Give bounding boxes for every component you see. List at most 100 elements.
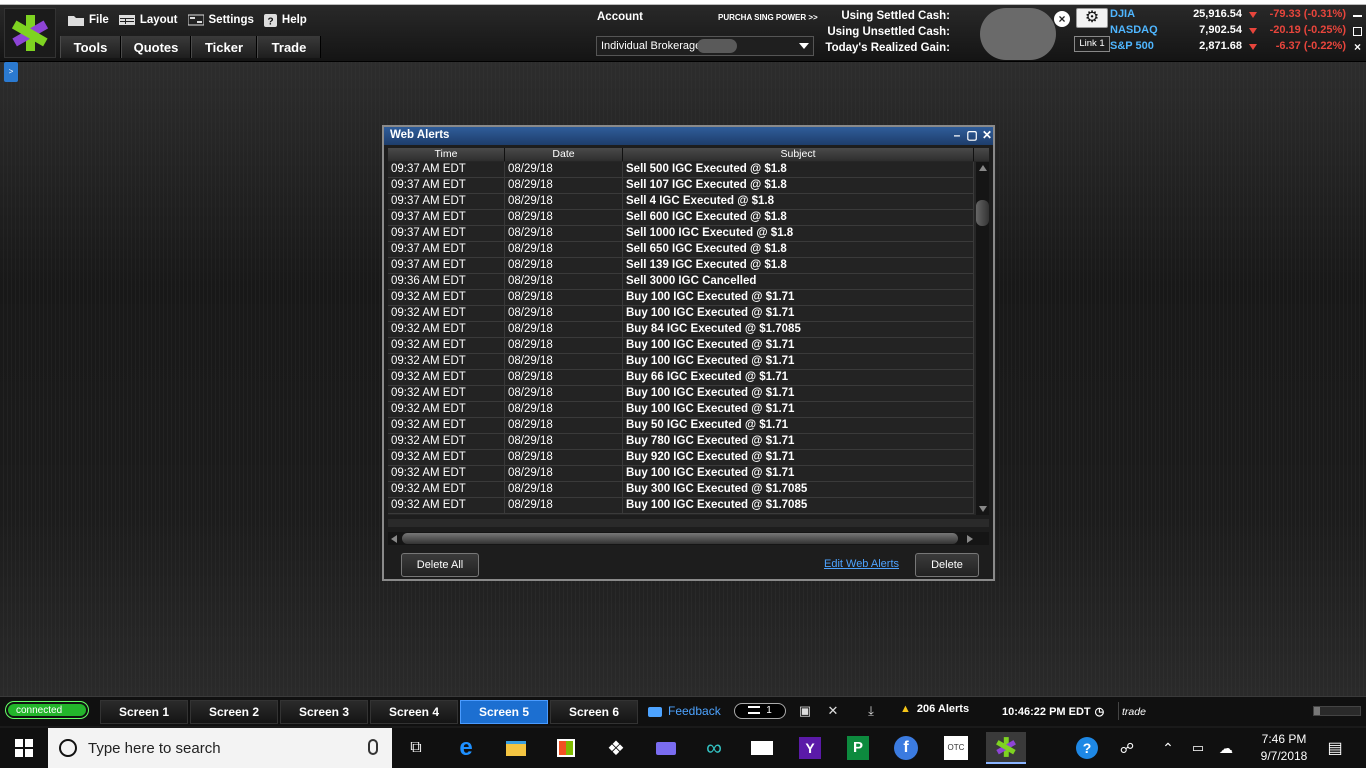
minimize-icon[interactable]: [1353, 15, 1362, 17]
table-row[interactable]: 09:37 AM EDT 08/29/18 Sell 4 IGC Executed …: [388, 194, 974, 210]
table-row[interactable]: 09:32 AM EDT 08/29/18 Buy 100 IGC Executed…: [388, 466, 974, 482]
table-row[interactable]: 09:32 AM EDT 08/29/18 Buy 84 IGC Executed …: [388, 322, 974, 338]
table-row[interactable]: 09:37 AM EDT 08/29/18 Sell 139 IGC Execute…: [388, 258, 974, 274]
table-row[interactable]: 09:32 AM EDT 08/29/18 Buy 920 IGC Executed…: [388, 450, 974, 466]
menu-settings[interactable]: Settings: [187, 14, 254, 26]
tab-screen-4[interactable]: Screen 4: [370, 700, 458, 724]
quotes-button[interactable]: Quotes: [121, 36, 191, 58]
table-row[interactable]: 09:32 AM EDT 08/29/18 Buy 300 IGC Executed…: [388, 482, 974, 498]
yahoo-icon[interactable]: Y: [790, 732, 830, 764]
account-select[interactable]: Individual Brokerage: [596, 36, 814, 56]
table-row[interactable]: 09:37 AM EDT 08/29/18 Sell 107 IGC Execute…: [388, 178, 974, 194]
tab-screen-6[interactable]: Screen 6: [550, 700, 638, 724]
tab-screen-5[interactable]: Screen 5: [460, 700, 548, 724]
menu-layout[interactable]: Layout: [118, 14, 178, 26]
index-row-djia[interactable]: DJIA 25,916.54 -79.33 (-0.31%): [1110, 8, 1366, 24]
task-view-icon[interactable]: ⧉: [396, 732, 436, 764]
microphone-icon[interactable]: [368, 739, 378, 755]
edge-icon[interactable]: e: [446, 732, 486, 764]
table-row[interactable]: 09:37 AM EDT 08/29/18 Sell 1000 IGC Execut…: [388, 226, 974, 242]
table-row[interactable]: 09:37 AM EDT 08/29/18 Sell 600 IGC Execute…: [388, 210, 974, 226]
maximize-icon[interactable]: ▢: [965, 128, 979, 143]
maximize-icon[interactable]: [1353, 27, 1362, 36]
close-icon[interactable]: ✕: [980, 128, 994, 143]
close-icon[interactable]: ×: [1353, 41, 1362, 53]
etrade-icon[interactable]: [986, 732, 1026, 764]
table-row[interactable]: 09:32 AM EDT 08/29/18 Buy 780 IGC Executed…: [388, 434, 974, 450]
scroll-right-icon[interactable]: [967, 535, 973, 543]
table-row[interactable]: 09:32 AM EDT 08/29/18 Buy 100 IGC Executed…: [388, 354, 974, 370]
minimize-icon[interactable]: –: [950, 128, 964, 143]
table-row[interactable]: 09:36 AM EDT 08/29/18 Sell 3000 IGC Cancel…: [388, 274, 974, 290]
tab-screen-2[interactable]: Screen 2: [190, 700, 278, 724]
etrade-logo[interactable]: [4, 8, 56, 58]
table-row[interactable]: 09:32 AM EDT 08/29/18 Buy 50 IGC Executed …: [388, 418, 974, 434]
table-row[interactable]: 09:37 AM EDT 08/29/18 Sell 650 IGC Execute…: [388, 242, 974, 258]
column-header-subject[interactable]: Subject: [623, 148, 974, 161]
calculator-icon[interactable]: ▣: [796, 703, 814, 719]
menu-file[interactable]: File: [68, 14, 109, 26]
alerts-count[interactable]: ▲ 206 Alerts: [900, 703, 969, 715]
publisher-icon[interactable]: P: [838, 732, 878, 764]
tab-screen-3[interactable]: Screen 3: [280, 700, 368, 724]
people-icon[interactable]: ☍: [1112, 732, 1142, 764]
menu-help[interactable]: ? Help: [263, 13, 307, 27]
mail-envelope-icon[interactable]: [646, 732, 686, 764]
file-explorer-icon[interactable]: [496, 732, 536, 764]
mail-icon[interactable]: [742, 732, 782, 764]
trade-command-input[interactable]: [1118, 702, 1308, 720]
help-icon[interactable]: ?: [1072, 732, 1102, 764]
message-counter[interactable]: 1: [734, 703, 786, 719]
delete-button[interactable]: Delete: [915, 553, 979, 577]
dropbox-icon[interactable]: ❖: [596, 732, 636, 764]
infinity-icon[interactable]: ∞: [694, 732, 734, 764]
table-row[interactable]: 09:32 AM EDT 08/29/18 Buy 100 IGC Executed…: [388, 290, 974, 306]
cell-time: 09:37 AM EDT: [388, 194, 505, 209]
pane-splitter[interactable]: [388, 519, 989, 527]
network-icon[interactable]: ☁: [1214, 732, 1238, 764]
otc-icon[interactable]: OTC: [936, 732, 976, 764]
table-row[interactable]: 09:32 AM EDT 08/29/18 Buy 66 IGC Executed …: [388, 370, 974, 386]
link-button[interactable]: Link 1: [1074, 36, 1110, 52]
chevron-up-icon[interactable]: ⌃: [1156, 732, 1180, 764]
ticker-button[interactable]: Ticker: [191, 36, 257, 58]
store-icon[interactable]: [546, 732, 586, 764]
scroll-down-icon[interactable]: [979, 506, 987, 512]
facebook-icon[interactable]: f: [886, 732, 926, 764]
feedback-link[interactable]: Feedback: [648, 704, 721, 718]
notifications-icon[interactable]: ▤: [1320, 732, 1350, 764]
delete-all-button[interactable]: Delete All: [401, 553, 479, 577]
edit-web-alerts-link[interactable]: Edit Web Alerts: [824, 558, 899, 570]
horizontal-scrollbar[interactable]: [388, 532, 989, 545]
purchasing-power-link[interactable]: PURCHA SING POWER >>: [718, 13, 818, 22]
side-panel-toggle[interactable]: >: [4, 62, 18, 82]
scroll-thumb[interactable]: [402, 533, 958, 544]
column-header-time[interactable]: Time: [388, 148, 505, 161]
scroll-thumb[interactable]: [976, 200, 989, 226]
taskbar-clock[interactable]: 7:46 PM 9/7/2018: [1254, 731, 1314, 765]
close-icon[interactable]: ×: [1054, 11, 1070, 27]
scroll-left-icon[interactable]: [391, 535, 397, 543]
scroll-up-icon[interactable]: [979, 165, 987, 171]
window-titlebar[interactable]: Web Alerts – ▢ ✕: [384, 127, 993, 145]
table-row[interactable]: 09:37 AM EDT 08/29/18 Sell 500 IGC Execute…: [388, 162, 974, 178]
tools-icon[interactable]: ✕: [824, 703, 842, 719]
connection-status[interactable]: connected: [6, 702, 88, 718]
battery-icon[interactable]: ▭: [1186, 732, 1210, 764]
gear-icon[interactable]: ⚙: [1076, 8, 1108, 28]
tab-screen-1[interactable]: Screen 1: [100, 700, 188, 724]
taskbar-search[interactable]: Type here to search: [48, 728, 392, 768]
vertical-scrollbar[interactable]: [976, 162, 989, 515]
table-row[interactable]: 09:32 AM EDT 08/29/18 Buy 100 IGC Executed…: [388, 386, 974, 402]
index-row-nasdaq[interactable]: NASDAQ 7,902.54 -20.19 (-0.25%): [1110, 24, 1366, 40]
table-row[interactable]: 09:32 AM EDT 08/29/18 Buy 100 IGC Executed…: [388, 402, 974, 418]
start-button[interactable]: [0, 728, 48, 768]
table-row[interactable]: 09:32 AM EDT 08/29/18 Buy 100 IGC Executed…: [388, 338, 974, 354]
table-row[interactable]: 09:32 AM EDT 08/29/18 Buy 100 IGC Executed…: [388, 498, 974, 514]
download-icon[interactable]: ⤓: [862, 703, 880, 719]
trade-button[interactable]: Trade: [257, 36, 321, 58]
table-row[interactable]: 09:32 AM EDT 08/29/18 Buy 100 IGC Executed…: [388, 306, 974, 322]
tools-button[interactable]: Tools: [60, 36, 121, 58]
index-row-sp500[interactable]: S&P 500 2,871.68 -6.37 (-0.22%) ×: [1110, 40, 1366, 56]
column-header-date[interactable]: Date: [505, 148, 623, 161]
